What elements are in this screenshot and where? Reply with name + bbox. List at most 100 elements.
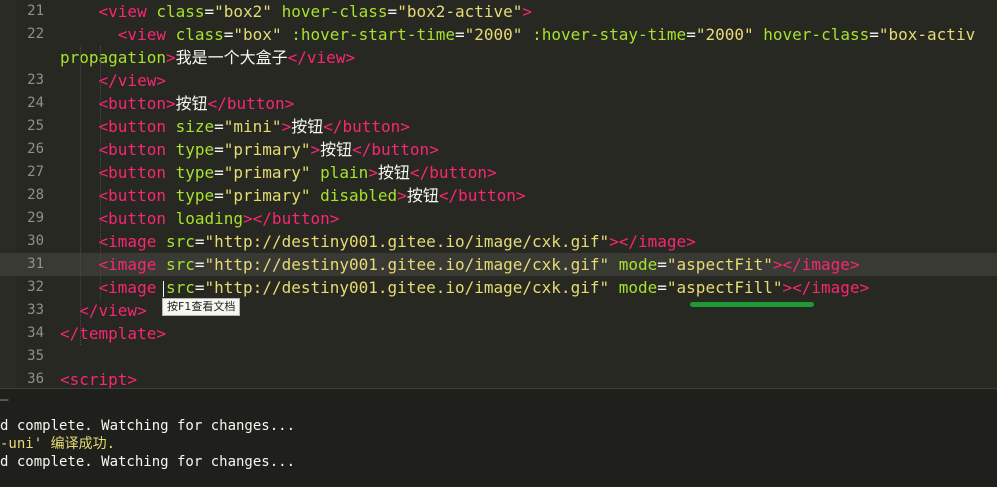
code-token: = <box>214 186 224 205</box>
code-token: type <box>175 140 215 159</box>
code-token: <button <box>98 209 176 228</box>
code-token: = <box>454 25 465 44</box>
code-text[interactable]: <image src = "http://destiny001.gitee.io/i… <box>60 276 870 299</box>
code-token: = <box>657 278 667 297</box>
code-token: src <box>165 232 195 251</box>
code-token: src <box>165 278 195 297</box>
code-token: "http://destiny001.gitee.io/image/cxk.gi… <box>204 232 610 251</box>
code-token: = <box>204 2 215 21</box>
code-text[interactable]: </view> <box>60 299 146 322</box>
code-text[interactable]: <image src="http://destiny001.gitee.io/i… <box>60 253 860 276</box>
code-text[interactable]: <button type="primary">按钮</button> <box>60 138 439 161</box>
code-text[interactable]: </template> <box>60 322 166 345</box>
code-text[interactable]: propagation>我是一个大盒子</view> <box>60 46 355 69</box>
code-token: "aspectFill" <box>666 278 783 297</box>
code-token: mode <box>618 255 658 274</box>
code-token: <button <box>98 140 176 159</box>
code-line[interactable]: 32 <image src="http://destiny001.gitee.i… <box>0 276 997 299</box>
code-token: > <box>310 140 321 159</box>
line-number: 33 <box>27 302 44 318</box>
code-token: <image <box>98 232 166 251</box>
code-token: > <box>522 2 533 21</box>
code-token: </button> <box>409 163 497 182</box>
code-token: "box" <box>233 25 282 44</box>
terminal-panel[interactable]: — d complete. Watching for changes... -uni… <box>0 388 997 487</box>
code-token: </button> <box>207 94 295 113</box>
code-line[interactable]: propagation>我是一个大盒子</view> <box>0 46 997 69</box>
code-token: "2000" <box>464 25 523 44</box>
code-token: "http://destiny001.gitee.io/image/cxk.gi… <box>204 255 610 274</box>
code-token: = <box>223 25 234 44</box>
code-text[interactable]: <script> <box>60 368 137 388</box>
code-token: <image <box>98 278 166 297</box>
code-token: 按钮 <box>320 140 353 159</box>
code-token: = <box>686 25 696 44</box>
line-number: 36 <box>27 371 44 387</box>
code-text[interactable]: <button loading></button> <box>60 207 340 230</box>
code-line[interactable]: 28 <button type="primary" disabled>按钮</b… <box>0 184 997 207</box>
code-token: > <box>165 48 176 67</box>
code-line[interactable]: 26 <button type="primary">按钮</button> <box>0 138 997 161</box>
code-token: <script> <box>60 370 138 388</box>
code-text[interactable]: <button>按钮</button> <box>60 92 295 115</box>
code-token: = <box>194 255 205 274</box>
code-line[interactable]: 24 <button>按钮</button> <box>0 92 997 115</box>
code-token: <button> <box>98 94 176 113</box>
code-token: "http://destiny001.gitee.io/image/cxk.gi… <box>204 278 610 297</box>
indent-guide <box>80 46 81 345</box>
code-line[interactable]: 31 <image src="http://destiny001.gitee.i… <box>0 253 997 276</box>
code-line[interactable]: 21 <view class="box2" hover-class="box2-… <box>0 0 997 23</box>
code-token: = <box>214 163 224 182</box>
code-line[interactable]: 25 <button size="mini">按钮</button> <box>0 115 997 138</box>
code-line[interactable]: 36 <script> <box>0 368 997 388</box>
code-line[interactable]: 30 <image src="http://destiny001.gitee.i… <box>0 230 997 253</box>
code-token: <view <box>117 25 176 44</box>
code-token: ></button> <box>243 209 340 228</box>
line-number: 23 <box>27 72 44 88</box>
code-token: "mini" <box>223 117 282 136</box>
code-token: </template> <box>60 324 166 343</box>
code-token: <view <box>98 2 157 21</box>
code-line[interactable]: 22 <view class="box" :hover-start-time="… <box>0 23 997 46</box>
code-line[interactable]: 35 <box>0 345 997 368</box>
code-text[interactable]: <view class="box" :hover-start-time="200… <box>60 23 975 46</box>
code-text[interactable]: <view class="box2" hover-class="box2-act… <box>60 0 533 23</box>
line-number: 28 <box>27 187 44 203</box>
code-token: type <box>175 163 215 182</box>
code-token: mode <box>618 278 658 297</box>
line-number: 34 <box>27 325 44 341</box>
code-token: propagation <box>60 48 166 67</box>
code-editor[interactable]: 21 <view class="box2" hover-class="box2-… <box>0 0 997 388</box>
code-token: ></image> <box>782 278 870 297</box>
code-token: > <box>281 117 292 136</box>
code-line[interactable]: 27 <button type="primary" plain>按钮</butt… <box>0 161 997 184</box>
code-text[interactable]: <button type="primary" disabled>按钮</butt… <box>60 184 526 207</box>
code-line[interactable]: 23 </view> <box>0 69 997 92</box>
code-line[interactable]: 33 </view> <box>0 299 997 322</box>
code-token: hover-class <box>763 25 870 44</box>
code-token: </view> <box>98 71 166 90</box>
code-token: <button <box>98 117 176 136</box>
code-token: src <box>165 255 195 274</box>
code-line[interactable]: 34 </template> <box>0 322 997 345</box>
code-token: size <box>175 117 215 136</box>
code-text[interactable]: <button type="primary" plain>按钮</button> <box>60 161 497 184</box>
line-number: 24 <box>27 95 44 111</box>
code-token: > <box>368 163 378 182</box>
code-token: = <box>214 117 224 136</box>
code-token: "box2" <box>214 2 272 21</box>
code-text[interactable]: <image src="http://destiny001.gitee.io/i… <box>60 230 696 253</box>
code-token: class <box>175 25 224 44</box>
code-text[interactable]: <button size="mini">按钮</button> <box>60 115 410 138</box>
code-token: hover-class <box>281 2 388 21</box>
code-text[interactable]: </view> <box>60 69 166 92</box>
code-line[interactable]: 29 <button loading></button> <box>0 207 997 230</box>
code-token: = <box>387 2 398 21</box>
